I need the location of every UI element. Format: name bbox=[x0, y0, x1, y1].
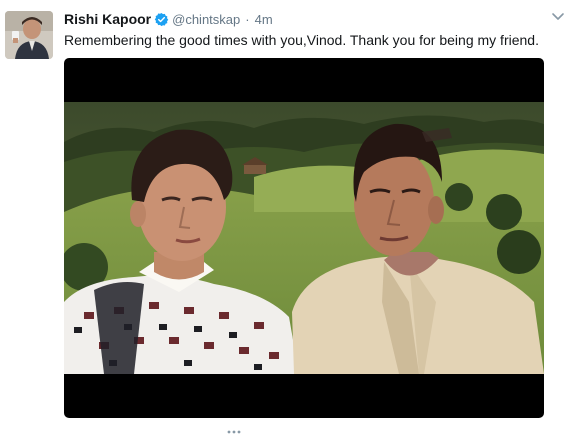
tweet: Rishi Kapoor @chintskap · 4m Remembering… bbox=[0, 0, 573, 434]
media-photo bbox=[64, 102, 544, 374]
chevron-down-icon[interactable] bbox=[550, 8, 566, 24]
author-name[interactable]: Rishi Kapoor bbox=[64, 11, 151, 27]
tweet-media[interactable] bbox=[64, 58, 544, 418]
verified-badge-icon bbox=[154, 12, 169, 26]
author-handle[interactable]: @chintskap bbox=[172, 12, 240, 27]
tweet-header: Rishi Kapoor @chintskap · 4m bbox=[64, 10, 273, 28]
avatar[interactable] bbox=[5, 11, 53, 59]
timestamp[interactable]: 4m bbox=[255, 12, 273, 27]
tweet-text: Remembering the good times with you,Vino… bbox=[64, 32, 539, 48]
separator-dot: · bbox=[245, 11, 250, 27]
more-dots-icon bbox=[227, 430, 241, 434]
avatar-image bbox=[5, 11, 53, 59]
